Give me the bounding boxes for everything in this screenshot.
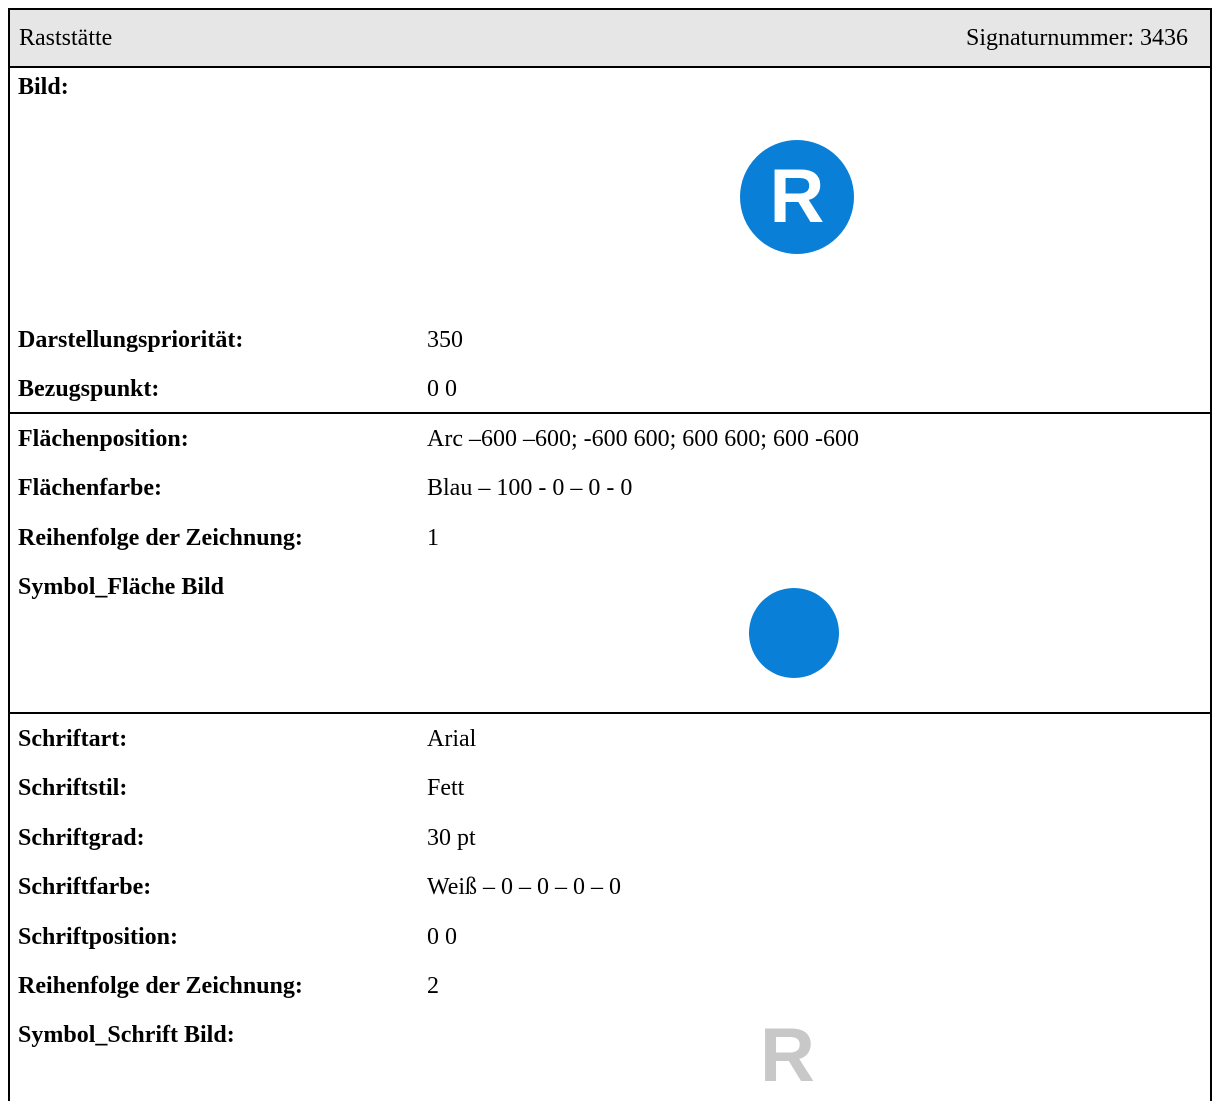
symbol-title: Raststätte	[19, 25, 113, 51]
font-position-label: Schriftposition:	[18, 924, 179, 950]
symbol-image-letter: R	[769, 154, 825, 239]
font-style-label: Schriftstil:	[18, 775, 128, 801]
reference-point-value: 0 0	[427, 376, 457, 402]
font-image-label: Symbol_Schrift Bild:	[18, 1022, 235, 1048]
header-bar: Raststätte Signaturnummer: 3436	[10, 10, 1210, 68]
area-image-circle	[749, 588, 839, 678]
font-draw-order-label: Reihenfolge der Zeichnung:	[18, 973, 303, 999]
section-divider	[10, 712, 1210, 714]
font-color-value: Weiß – 0 – 0 – 0 – 0	[427, 874, 622, 900]
reference-point-label: Bezugspunkt:	[18, 376, 160, 402]
area-draw-order-label: Reihenfolge der Zeichnung:	[18, 525, 303, 551]
font-family-label: Schriftart:	[18, 726, 128, 752]
font-draw-order-value: 2	[427, 973, 439, 999]
font-position-value: 0 0	[427, 924, 457, 950]
area-color-label: Flächenfarbe:	[18, 475, 162, 501]
area-position-label: Flächenposition:	[18, 426, 189, 452]
section-divider	[10, 412, 1210, 414]
area-color-value: Blau – 100 - 0 – 0 - 0	[427, 475, 633, 501]
image-label: Bild:	[18, 74, 69, 100]
priority-value: 350	[427, 327, 463, 353]
symbol-image-circle: R	[740, 140, 854, 254]
area-draw-order-value: 1	[427, 525, 439, 551]
priority-label: Darstellungspriorität:	[18, 327, 244, 353]
font-color-label: Schriftfarbe:	[18, 874, 152, 900]
signature-number: Signaturnummer: 3436	[966, 25, 1188, 51]
font-image-letter: R	[760, 1013, 815, 1098]
area-position-value: Arc –600 –600; -600 600; 600 600; 600 -6…	[427, 426, 859, 452]
font-size-value: 30 pt	[427, 825, 476, 851]
font-family-value: Arial	[427, 726, 477, 752]
document-frame	[8, 8, 1212, 1101]
font-size-label: Schriftgrad:	[18, 825, 145, 851]
font-style-value: Fett	[427, 775, 465, 801]
area-image-label: Symbol_Fläche Bild	[18, 574, 225, 600]
